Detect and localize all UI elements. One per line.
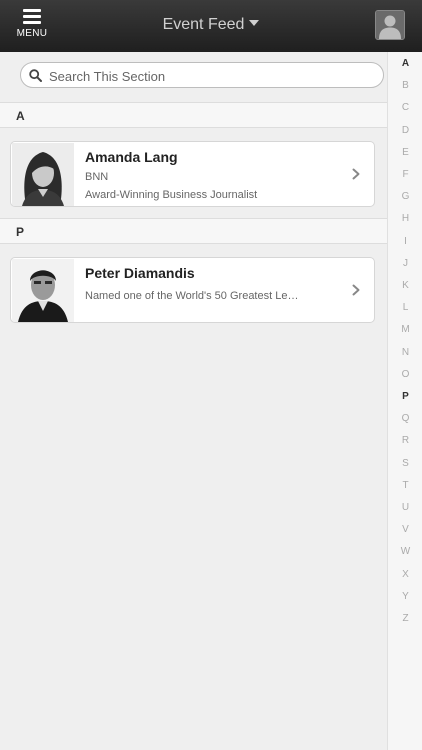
index-letter-o[interactable]: O: [388, 369, 422, 380]
person-description: Named one of the World's 50 Greatest Le…: [85, 290, 299, 302]
index-letter-u[interactable]: U: [388, 502, 422, 513]
profile-button[interactable]: [375, 10, 405, 40]
index-letter-h[interactable]: H: [388, 213, 422, 224]
section-letter: A: [16, 109, 25, 123]
index-letter-k[interactable]: K: [388, 280, 422, 291]
alphabet-index[interactable]: ABC DEFGH IJKLM NOPQR STUVW XYZ: [387, 52, 422, 750]
app-screen: MENU Event Feed A: [0, 0, 422, 750]
person-title: Award-Winning Business Journalist: [85, 189, 258, 201]
index-letter-c[interactable]: C: [388, 102, 422, 113]
index-letter-d[interactable]: D: [388, 125, 422, 136]
magnifier-icon: [29, 69, 42, 82]
search-bar: [0, 52, 387, 102]
section-header-p: P: [0, 218, 422, 244]
search-field[interactable]: [20, 62, 384, 88]
page-title-dropdown[interactable]: Event Feed: [0, 16, 422, 34]
search-input[interactable]: [47, 66, 381, 86]
index-letter-y[interactable]: Y: [388, 591, 422, 602]
index-letter-t[interactable]: T: [388, 480, 422, 491]
person-photo: [12, 259, 74, 322]
chevron-right-icon: [352, 168, 360, 180]
section-header-a: A: [0, 102, 422, 128]
person-name: Amanda Lang: [85, 149, 178, 165]
index-letter-m[interactable]: M: [388, 324, 422, 335]
index-letter-w[interactable]: W: [388, 546, 422, 557]
chevron-right-icon: [352, 284, 360, 296]
user-silhouette-icon: [376, 11, 404, 39]
index-letter-f[interactable]: F: [388, 169, 422, 180]
index-letter-j[interactable]: J: [388, 258, 422, 269]
index-letter-v[interactable]: V: [388, 524, 422, 535]
index-letter-a[interactable]: A: [388, 58, 422, 69]
index-letter-q[interactable]: Q: [388, 413, 422, 424]
top-bar: MENU Event Feed: [0, 0, 422, 53]
index-letter-x[interactable]: X: [388, 569, 422, 580]
person-photo: [12, 143, 74, 206]
person-name: Peter Diamandis: [85, 265, 195, 281]
person-organization: BNN: [85, 171, 109, 183]
index-letter-l[interactable]: L: [388, 302, 422, 313]
section-letter: P: [16, 225, 25, 239]
list-item-person[interactable]: Peter Diamandis Named one of the World's…: [10, 257, 375, 323]
index-letter-n[interactable]: N: [388, 347, 422, 358]
index-letter-g[interactable]: G: [388, 191, 422, 202]
index-letter-z[interactable]: Z: [388, 613, 422, 624]
index-letter-e[interactable]: E: [388, 147, 422, 158]
index-letter-b[interactable]: B: [388, 80, 422, 91]
index-letter-p[interactable]: P: [388, 391, 422, 402]
index-letter-s[interactable]: S: [388, 458, 422, 469]
caret-down-icon: [249, 20, 260, 26]
list-item-person[interactable]: Amanda Lang BNN Award-Winning Business J…: [10, 141, 375, 207]
page-title: Event Feed: [162, 16, 245, 33]
index-letter-i[interactable]: I: [388, 236, 422, 247]
index-letter-r[interactable]: R: [388, 435, 422, 446]
